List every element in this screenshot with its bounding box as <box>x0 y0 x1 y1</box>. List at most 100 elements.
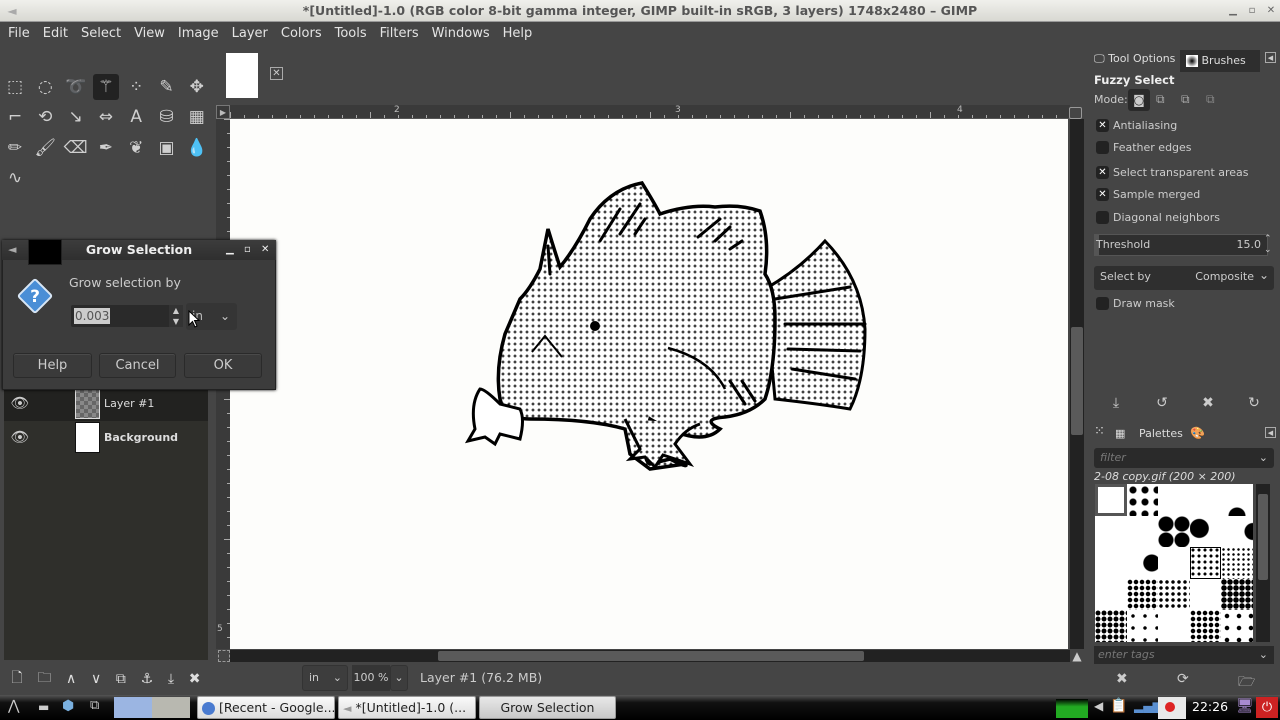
mypaint-brush-tool[interactable]: ▣ <box>154 135 180 161</box>
new-layer-group-icon[interactable]: 🗀 <box>37 667 51 691</box>
threshold-slider[interactable]: Threshold 15.0 <box>1094 234 1268 256</box>
warp-tool[interactable]: ↘ <box>63 104 89 130</box>
help-button[interactable]: Help <box>13 353 92 378</box>
gradient-tool[interactable]: ▦ <box>184 104 210 130</box>
dock-menu-icon[interactable]: ◀ <box>1265 427 1276 438</box>
vertical-scrollbar[interactable] <box>1070 119 1084 649</box>
select-by-dropdown[interactable]: Select by Composite ⌄ <box>1094 266 1274 290</box>
menu-select[interactable]: Select <box>75 26 128 41</box>
pattern-swatch[interactable] <box>1221 578 1253 611</box>
refresh-patterns-icon[interactable]: ⟳ <box>1177 671 1189 687</box>
lower-layer-icon[interactable]: ∨ <box>91 671 101 687</box>
bucket-fill-tool[interactable]: ⛁ <box>154 104 180 130</box>
pattern-scrollbar-thumb[interactable] <box>1258 494 1268 580</box>
raise-layer-icon[interactable]: ∧ <box>66 671 76 687</box>
taskbar-item-grow-selection[interactable]: Grow Selection <box>479 696 616 719</box>
clipboard-icon[interactable]: 📋 <box>1110 698 1127 714</box>
menu-tools[interactable]: Tools <box>329 26 374 41</box>
pattern-swatch[interactable] <box>1126 515 1159 548</box>
pattern-filter-input[interactable]: filter ⌄ <box>1094 448 1274 468</box>
vertical-scrollbar-thumb[interactable] <box>1071 327 1083 435</box>
power-icon[interactable]: ⏻ <box>1256 697 1278 718</box>
diagonal-neighbors-checkbox[interactable] <box>1096 211 1109 224</box>
pattern-swatch[interactable] <box>1095 547 1127 579</box>
duplicate-layer-icon[interactable]: ⧉ <box>116 671 126 687</box>
pattern-swatch[interactable] <box>1221 484 1253 516</box>
tab-tool-options[interactable]: 🖵 Tool Options <box>1094 48 1175 70</box>
pattern-swatch[interactable] <box>1189 610 1222 642</box>
menu-file[interactable]: File <box>2 26 37 41</box>
start-menu-icon[interactable]: ⋀ <box>8 698 19 714</box>
layer-visibility-eye-icon[interactable]: 👁 <box>10 428 30 446</box>
pattern-swatch[interactable] <box>1095 515 1127 548</box>
transform-tool[interactable]: ⟲ <box>32 104 58 130</box>
zoom-input[interactable]: 100 % <box>352 665 390 691</box>
zoom-dropdown-button[interactable]: ⌄ <box>390 665 408 691</box>
taskbar-item-chrome[interactable]: [Recent - Google... <box>197 696 335 719</box>
pattern-swatch[interactable] <box>1158 547 1190 579</box>
pencil-tool[interactable]: ✏ <box>2 135 28 161</box>
workspace-2[interactable] <box>152 697 190 718</box>
tray-arrow-icon[interactable]: ◀ <box>1094 699 1103 713</box>
horizontal-scrollbar[interactable] <box>230 650 1070 662</box>
pattern-swatch[interactable] <box>1126 547 1159 579</box>
minimize-button[interactable]: ▁ <box>1224 0 1242 22</box>
pattern-swatch[interactable] <box>1189 484 1222 516</box>
text-tool[interactable]: A <box>123 104 149 130</box>
draw-mask-checkbox[interactable] <box>1096 297 1109 310</box>
menu-view[interactable]: View <box>128 26 172 41</box>
zoom-image-when-window-size-changes-icon[interactable] <box>1069 107 1082 119</box>
pattern-grid[interactable] <box>1095 484 1253 642</box>
save-tool-preset-icon[interactable]: ⤓ <box>1106 395 1126 411</box>
paintbrush-tool[interactable]: 🖌 <box>32 135 58 161</box>
workspace-1[interactable] <box>114 697 152 718</box>
anchor-layer-icon[interactable]: ⚓ <box>141 671 154 687</box>
paths-tool[interactable]: ∿ <box>2 165 28 191</box>
open-pattern-as-image-icon[interactable]: 🗁 <box>1238 671 1255 695</box>
rect-select-tool[interactable]: ⬚ <box>2 74 28 100</box>
pattern-swatch[interactable] <box>1126 484 1159 516</box>
mode-add-button[interactable]: ⧉ <box>1156 92 1165 107</box>
mode-subtract-button[interactable]: ⧉ <box>1181 92 1190 107</box>
browser-launcher-icon[interactable]: ⬢ <box>62 698 74 714</box>
foreground-color-swatch[interactable] <box>28 239 62 265</box>
dialog-close-button[interactable]: ✕ <box>261 240 269 260</box>
pattern-swatch[interactable] <box>1158 578 1190 611</box>
ok-button[interactable]: OK <box>184 353 262 378</box>
restore-tool-preset-icon[interactable]: ↺ <box>1152 395 1172 411</box>
dock-menu-icon[interactable]: ◀ <box>1265 52 1276 63</box>
pattern-swatch[interactable] <box>1189 547 1222 579</box>
eraser-tool[interactable]: ⌫ <box>63 135 89 161</box>
pattern-swatch[interactable] <box>1221 610 1253 642</box>
horizontal-scrollbar-thumb[interactable] <box>438 651 864 661</box>
free-select-tool[interactable]: ➰ <box>63 74 89 100</box>
move-tool[interactable]: ✥ <box>184 74 210 100</box>
navigate-icon[interactable]: ▲ <box>1070 649 1084 663</box>
close-image-tab-icon[interactable]: ✕ <box>270 67 283 80</box>
layer-visibility-eye-icon[interactable]: 👁 <box>10 394 30 412</box>
mode-replace-button[interactable]: ◙ <box>1128 89 1150 111</box>
menu-colors[interactable]: Colors <box>275 26 329 41</box>
select-by-color-tool[interactable]: ⁘ <box>123 74 149 100</box>
antialiasing-checkbox[interactable]: ✕ <box>1096 119 1109 132</box>
cancel-button[interactable]: Cancel <box>99 353 176 378</box>
pattern-swatch[interactable] <box>1158 610 1190 642</box>
image-canvas[interactable] <box>230 119 1068 649</box>
airbrush-tool[interactable]: ✒ <box>93 135 119 161</box>
pattern-swatch[interactable] <box>1126 610 1159 642</box>
menu-help[interactable]: Help <box>497 26 540 41</box>
threshold-spin-buttons[interactable]: ⌃ ⌄ <box>1264 234 1272 256</box>
quick-mask-toggle[interactable] <box>218 650 230 662</box>
feather-edges-checkbox[interactable] <box>1096 141 1109 154</box>
new-layer-icon[interactable]: 🗋 <box>11 667 22 691</box>
color-picker-tool[interactable]: ✎ <box>154 74 180 100</box>
tab-pattern-icon[interactable]: ▦ <box>1115 427 1125 440</box>
menu-windows[interactable]: Windows <box>426 26 497 41</box>
maximize-button[interactable]: ▫ <box>1243 0 1261 22</box>
layer-row[interactable]: 👁 Background <box>4 419 208 455</box>
pattern-swatch[interactable] <box>1158 515 1190 548</box>
pattern-tags-input[interactable]: enter tags ⌄ <box>1094 646 1274 664</box>
pattern-swatch[interactable] <box>1095 578 1127 611</box>
dialog-maximize-button[interactable]: ▫ <box>244 240 251 260</box>
menu-layer[interactable]: Layer <box>226 26 275 41</box>
